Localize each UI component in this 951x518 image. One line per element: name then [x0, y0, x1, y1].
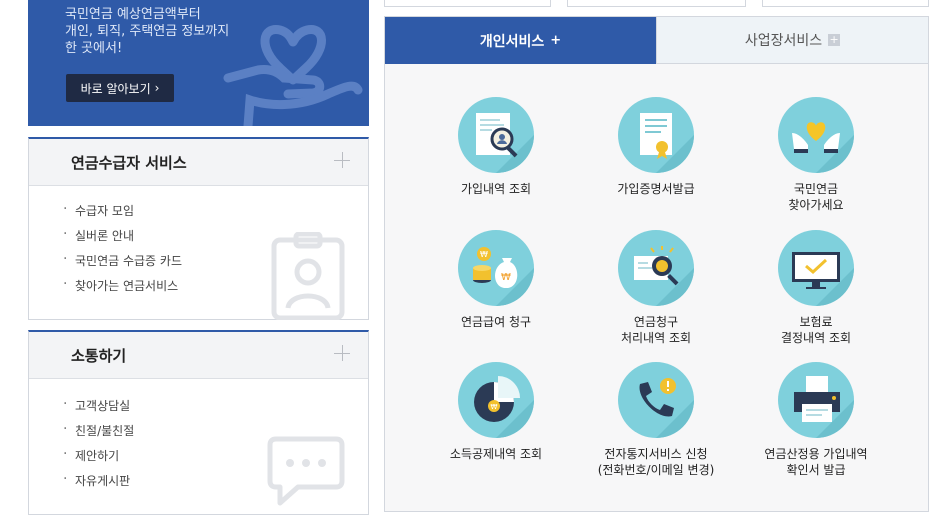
- service-label: 소득공제내역 조회: [449, 447, 543, 461]
- communication-panel-header: 소통하기: [29, 332, 368, 379]
- service-label: 연금산정용 가입내역 확인서 발급: [764, 447, 868, 477]
- service-label: 국민연금 찾아가세요: [788, 182, 844, 212]
- communication-panel: 소통하기 고객상담실 친절/불친절 제안하기 자유게시판: [28, 330, 369, 515]
- promo-line-1: 국민연금 예상연금액부터: [65, 7, 201, 22]
- pie-chart-icon: ₩: [458, 362, 534, 438]
- tab-personal-service[interactable]: 개인서비스 +: [385, 17, 656, 71]
- tab-business-service[interactable]: 사업장서비스 +: [656, 17, 928, 64]
- service-label: 전자통지서비스 신청 (전화번호/이메일 변경): [597, 447, 715, 477]
- top-box-3: [762, 0, 929, 7]
- promo-line-2: 개인, 퇴직, 주택연금 정보까지: [65, 24, 230, 39]
- service-label: 보험료 결정내역 조회: [780, 315, 852, 345]
- document-magnifier-icon: [618, 230, 694, 306]
- service-item-premium-decision[interactable]: 보험료 결정내역 조회: [741, 230, 891, 346]
- svg-text:₩: ₩: [491, 403, 498, 411]
- list-item[interactable]: 수급자 모임: [63, 197, 182, 224]
- service-panel: 개인서비스 + 사업장서비스 + 가입내역 조회 가입증명서발급 국민연금 찾아…: [384, 16, 929, 512]
- promo-text: 국민연금 예상연금액부터 개인, 퇴직, 주택연금 정보까지 한 곳에서!: [65, 6, 229, 57]
- top-box-1: [384, 0, 551, 7]
- plus-icon: +: [550, 33, 562, 48]
- svg-text:₩: ₩: [480, 250, 488, 259]
- list-item[interactable]: 국민연금 수급증 카드: [63, 247, 182, 274]
- recipient-panel-header: 연금수급자 서비스: [29, 139, 368, 186]
- document-search-icon: [458, 97, 534, 173]
- heart-hand-icon: [223, 25, 363, 126]
- communication-panel-title: 소통하기: [71, 347, 127, 365]
- list-item[interactable]: 제안하기: [63, 442, 134, 469]
- top-box-2: [567, 0, 746, 7]
- plus-icon: +: [828, 33, 841, 46]
- service-tabs: 개인서비스 + 사업장서비스 +: [385, 17, 928, 71]
- service-label: 가입증명서발급: [617, 182, 695, 196]
- service-label: 연금청구 처리내역 조회: [620, 315, 692, 345]
- service-item-visit-pension[interactable]: 국민연금 찾아가세요: [741, 97, 891, 213]
- list-item[interactable]: 자유게시판: [63, 467, 134, 494]
- service-label: 연금급여 청구: [460, 315, 532, 329]
- service-item-e-notice[interactable]: 전자통지서비스 신청 (전화번호/이메일 변경): [581, 362, 731, 478]
- recipient-service-panel: 연금수급자 서비스 수급자 모임 실버론 안내 국민연금 수급증 카드 찾아가는…: [28, 137, 369, 320]
- service-item-benefit-claim[interactable]: ₩ ₩ 연금급여 청구: [421, 230, 571, 330]
- svg-text:₩: ₩: [501, 272, 511, 283]
- plus-icon[interactable]: [334, 345, 352, 363]
- monitor-check-icon: [778, 230, 854, 306]
- promo-banner: 국민연금 예상연금액부터 개인, 퇴직, 주택연금 정보까지 한 곳에서! 바로…: [28, 0, 369, 126]
- list-item[interactable]: 고객상담실: [63, 392, 134, 419]
- coins-bag-icon: ₩ ₩: [458, 230, 534, 306]
- phone-alert-icon: [618, 362, 694, 438]
- list-item[interactable]: 찾아가는 연금서비스: [63, 272, 182, 299]
- printer-icon: [778, 362, 854, 438]
- heart-hands-icon: [778, 97, 854, 173]
- service-item-claim-status[interactable]: 연금청구 처리내역 조회: [581, 230, 731, 346]
- id-card-icon: [271, 232, 345, 320]
- speech-bubble-icon: [267, 436, 345, 506]
- plus-icon[interactable]: [334, 152, 352, 170]
- recipient-panel-title: 연금수급자 서비스: [71, 154, 187, 172]
- service-item-certificate[interactable]: 가입증명서발급: [581, 97, 731, 197]
- list-item[interactable]: 친절/불친절: [63, 417, 134, 444]
- service-label: 가입내역 조회: [460, 182, 532, 196]
- service-item-subscription-history[interactable]: 가입내역 조회: [421, 97, 571, 197]
- service-item-confirmation-issue[interactable]: 연금산정용 가입내역 확인서 발급: [741, 362, 891, 478]
- learn-more-button[interactable]: 바로 알아보기 ›: [66, 74, 174, 102]
- list-item[interactable]: 실버론 안내: [63, 222, 182, 249]
- tab-personal-label: 개인서비스: [479, 33, 545, 50]
- learn-more-label: 바로 알아보기: [80, 81, 151, 96]
- chevron-right-icon: ›: [154, 81, 160, 95]
- promo-line-3: 한 곳에서!: [65, 41, 123, 56]
- certificate-icon: [618, 97, 694, 173]
- tab-business-label: 사업장서비스: [744, 33, 823, 49]
- service-item-income-deduction[interactable]: ₩ 소득공제내역 조회: [421, 362, 571, 462]
